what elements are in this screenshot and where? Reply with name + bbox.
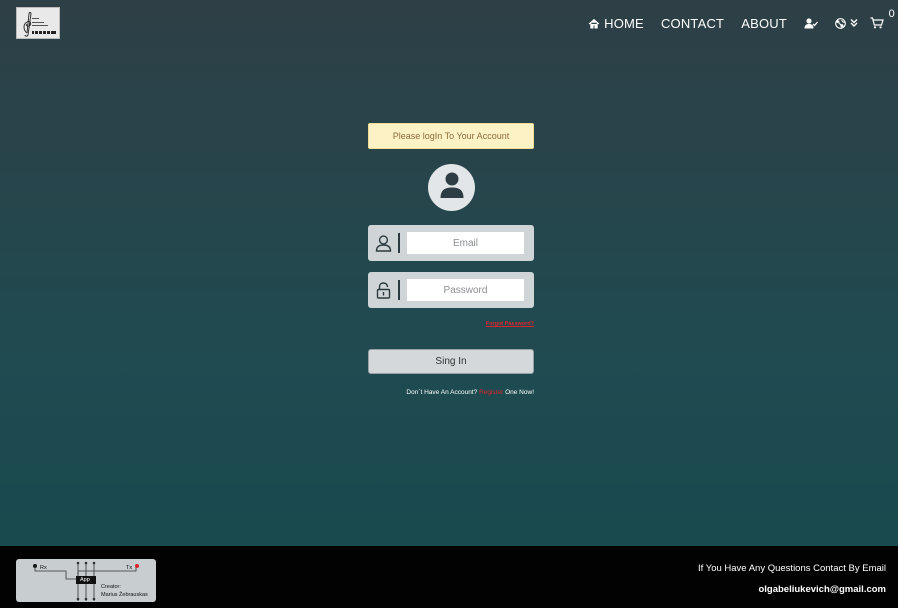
- creator-text: Creator: Marius Žebrauskas: [101, 583, 148, 599]
- cart-count: 0: [888, 8, 895, 20]
- nav-home[interactable]: HOME: [588, 16, 644, 31]
- password-input[interactable]: [407, 279, 524, 301]
- credit-tx-label: Tx: [126, 565, 133, 571]
- creator-label: Creator:: [101, 584, 121, 590]
- nav-about-label: ABOUT: [741, 15, 787, 31]
- user-icon: [368, 225, 398, 261]
- sign-in-button[interactable]: Sing In: [368, 349, 534, 374]
- register-suffix: One Now!: [505, 389, 534, 396]
- forgot-password-link[interactable]: Forgot Password?: [486, 321, 534, 327]
- nav-language[interactable]: [835, 17, 858, 29]
- credit-app-label: App: [80, 577, 90, 583]
- globe-icon: [835, 17, 846, 29]
- field-separator: [398, 233, 400, 253]
- nav-account[interactable]: [804, 17, 818, 29]
- footer-contact-text: If You Have Any Questions Contact By Ema…: [698, 563, 886, 574]
- home-icon: [588, 18, 600, 29]
- creator-badge: Rx Tx App Creator: Marius Žebrauskas: [16, 559, 156, 602]
- chevron-down-icon: [850, 18, 858, 28]
- footer: Rx Tx App Creator: Marius Žebrauskas If …: [0, 546, 898, 608]
- site-logo[interactable]: [16, 7, 60, 39]
- user-avatar-icon: [439, 171, 465, 204]
- cart-icon: [870, 17, 884, 29]
- nav-about[interactable]: ABOUT: [741, 16, 787, 31]
- credit-rx-label: Rx: [40, 565, 47, 571]
- cart-button[interactable]: 0: [870, 8, 895, 29]
- login-alert: Please logIn To Your Account: [368, 123, 534, 149]
- creator-name: Marius Žebrauskas: [101, 592, 148, 598]
- user-check-icon: [804, 17, 818, 29]
- register-prompt: Don`t Have An Account? Register One Now!: [406, 389, 534, 396]
- nav-contact[interactable]: CONTACT: [661, 16, 724, 31]
- email-input[interactable]: [407, 232, 524, 254]
- field-separator: [398, 280, 400, 300]
- lock-icon: [368, 272, 398, 308]
- password-field: [368, 272, 534, 308]
- nav-home-label: HOME: [604, 15, 644, 31]
- register-prefix: Don`t Have An Account?: [406, 389, 478, 396]
- avatar: [428, 164, 475, 211]
- email-field: [368, 225, 534, 261]
- register-link[interactable]: Register: [479, 389, 503, 396]
- footer-email-link[interactable]: olgabeliukevich@gmail.com: [758, 584, 886, 595]
- main-nav: HOME CONTACT ABOUT 0: [588, 8, 895, 32]
- nav-contact-label: CONTACT: [660, 15, 725, 31]
